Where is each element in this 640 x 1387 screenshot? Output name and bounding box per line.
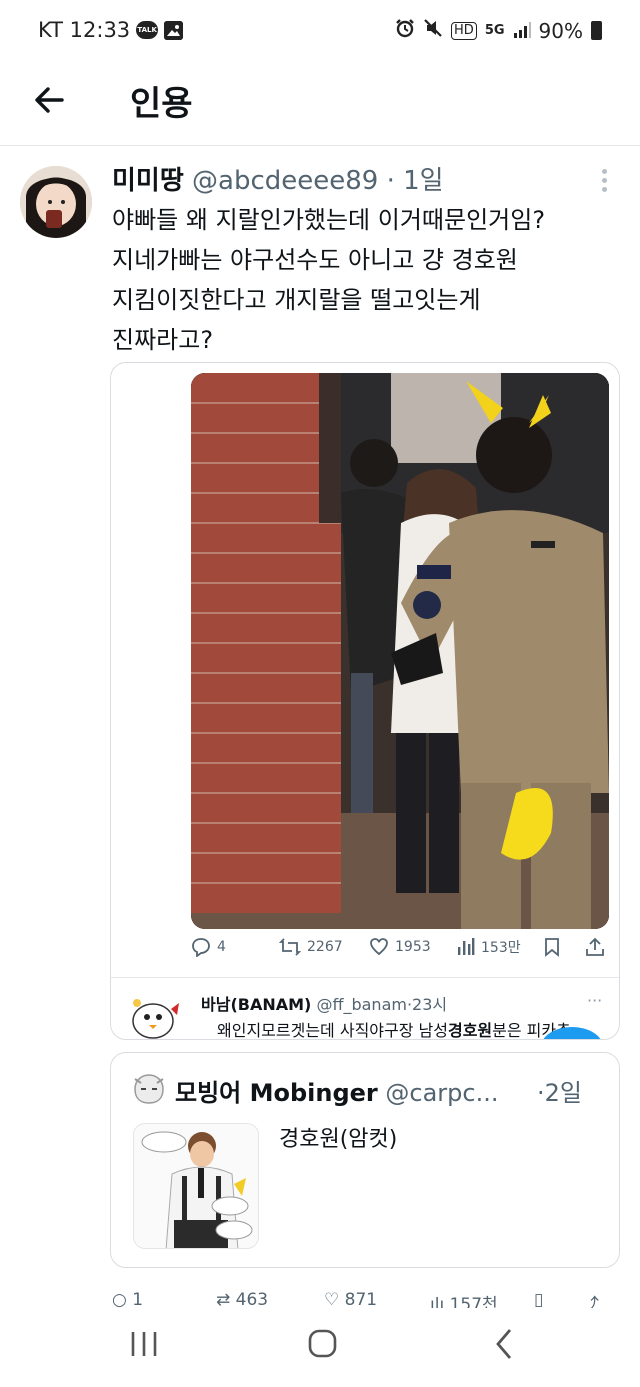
reply-time[interactable]: 23시 <box>412 995 447 1014</box>
avatar[interactable] <box>20 166 92 238</box>
gallery-icon <box>164 20 184 40</box>
talk-icon: TALK <box>136 21 159 39</box>
retweet-icon <box>279 938 301 956</box>
tweet-text: 야빠들 왜 지랄인가했는데 이거때문인거임? 지네가빠는 야구선수도 아니고 걍… <box>112 200 622 360</box>
reply-count: 4 <box>217 939 226 955</box>
heart-icon <box>370 938 388 956</box>
reply-icon <box>192 938 210 957</box>
quote2-separator: · <box>537 1079 545 1107</box>
retweet-count: 2267 <box>307 939 343 955</box>
tweet-separator: · <box>378 166 404 196</box>
quoted-tweet-card-2[interactable]: 모빙어 Mobinger @carpc... ·2일 경호원(암컷) <box>110 1052 620 1268</box>
tweet-time[interactable]: 1일 <box>403 166 443 196</box>
reply-text-bold: 경호원 <box>447 1021 493 1040</box>
dot-icon <box>601 169 607 174</box>
home-button[interactable] <box>292 1324 352 1364</box>
tweet-photo[interactable] <box>191 373 609 929</box>
recent-apps-icon <box>131 1332 157 1356</box>
share-icon <box>586 937 604 956</box>
reply-button[interactable]: 4 <box>191 937 226 957</box>
reply-avatar[interactable] <box>127 993 181 1039</box>
divider <box>111 977 619 978</box>
views-count: 153만 <box>481 940 521 956</box>
like-count: 1953 <box>395 939 431 955</box>
quoted-tweet-card[interactable]: 4 2267 1953 153만 바남(BANAM) @ff_banam·23시… <box>110 362 620 1040</box>
views-icon <box>458 938 475 955</box>
signal-icon <box>513 19 531 43</box>
bottom-views-count[interactable]: ılı 157천 <box>430 1290 498 1308</box>
like-button[interactable]: 1953 <box>369 937 431 957</box>
nav-back-button[interactable] <box>474 1324 534 1364</box>
tweet-author-handle[interactable]: @abcdeeee89 <box>192 166 378 196</box>
more-options-button[interactable] <box>596 166 612 196</box>
mute-icon <box>423 18 443 43</box>
bottom-bookmark-icon[interactable]: ▯ <box>534 1290 543 1308</box>
alarm-icon <box>395 18 415 43</box>
quote2-time-wrap: ·2일 <box>537 1073 582 1108</box>
quote2-text: 경호원(암컷) <box>279 1127 398 1152</box>
reply-author-handle[interactable]: @ff_banam <box>316 995 407 1014</box>
action-row: 4 2267 1953 153만 <box>191 937 611 963</box>
arrow-left-icon <box>35 87 64 113</box>
reply-text-part: 왜인지모르겟는데 사직야구장 남성 <box>217 1021 448 1040</box>
battery-percent: 90% <box>538 18 583 43</box>
quote2-avatar[interactable] <box>131 1071 167 1107</box>
tweet-line: 지네가빠는 야구선수도 아니고 걍 경호원 <box>112 246 518 274</box>
tweet-header: 미미땅 @abcdeeee89 · 1일 <box>112 160 444 197</box>
battery-icon <box>591 21 602 40</box>
dot-icon <box>601 187 607 192</box>
status-bar: KT 12:33 TALK HD 5G 90% <box>0 0 640 60</box>
back-button[interactable] <box>30 80 70 120</box>
tweet-line: 야빠들 왜 지랄인가했는데 이거때문인거임? <box>112 206 546 234</box>
recent-apps-button[interactable] <box>114 1324 174 1364</box>
reply-more-button[interactable]: ··· <box>587 991 602 1010</box>
tweet-line: 진짜라고? <box>112 326 214 354</box>
quote2-time[interactable]: 2일 <box>545 1079 582 1107</box>
share-button[interactable] <box>585 937 605 957</box>
reply-header: 바남(BANAM) @ff_banam·23시 <box>201 991 447 1015</box>
quote2-author-name[interactable]: 모빙어 Mobinger <box>175 1079 378 1107</box>
tweet-line: 지킴이짓한다고 개지랄을 떨고잇는게 <box>112 286 481 314</box>
system-nav-bar <box>0 1308 640 1387</box>
reply-author-name[interactable]: 바남(BANAM) <box>201 995 311 1014</box>
reply-text: 왜인지모르겟는데 사직야구장 남성경호원분은 피카츄 <box>217 1017 571 1040</box>
bottom-retweet-count[interactable]: ⇄ 463 <box>216 1290 268 1308</box>
page-header: 인용 <box>0 60 640 146</box>
retweet-button[interactable]: 2267 <box>279 937 343 957</box>
5g-icon: 5G <box>484 23 505 38</box>
tweet-author-name[interactable]: 미미땅 <box>112 166 184 196</box>
hd-icon: HD <box>451 21 477 40</box>
home-icon <box>308 1329 337 1358</box>
bookmark-icon <box>545 938 559 957</box>
bookmark-button[interactable] <box>543 937 561 957</box>
bottom-like-count[interactable]: ♡ 871 <box>324 1290 377 1308</box>
quote2-author-handle[interactable]: @carpc... <box>385 1079 498 1107</box>
page-title: 인용 <box>130 84 193 124</box>
bottom-share-icon[interactable]: ⤴ <box>582 1290 599 1308</box>
bottom-reply-count[interactable]: ○ 1 <box>112 1290 143 1308</box>
chevron-left-icon <box>496 1329 512 1359</box>
clock: KT 12:33 <box>38 18 131 42</box>
dot-icon <box>601 178 607 183</box>
quote2-header: 모빙어 Mobinger @carpc... <box>175 1073 499 1108</box>
bottom-action-row: ○ 1 ⇄ 463 ♡ 871 ılı 157천 ▯ ⤴ <box>110 1288 620 1308</box>
quote2-image[interactable] <box>133 1123 259 1249</box>
views-button[interactable]: 153만 <box>457 937 521 957</box>
